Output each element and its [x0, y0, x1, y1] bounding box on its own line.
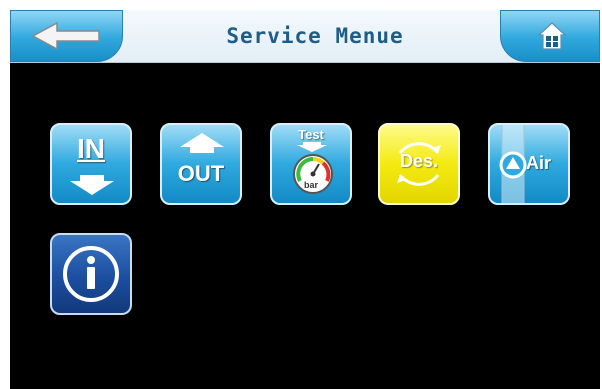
info-icon: [61, 244, 121, 304]
water-out-button[interactable]: OUT: [160, 123, 242, 205]
back-button[interactable]: [10, 10, 123, 62]
des-label: Des.: [399, 151, 439, 171]
back-arrow-icon: [31, 21, 101, 51]
screen: Service Menue IN OUT Test bar Des. Air: [0, 0, 602, 389]
air-label: Air: [526, 153, 552, 173]
info-button[interactable]: [50, 233, 132, 315]
water-out-icon: [180, 133, 224, 153]
air-vent-button[interactable]: Air: [488, 123, 570, 205]
home-button[interactable]: [500, 10, 600, 62]
home-icon: [537, 21, 567, 51]
disinfection-button[interactable]: Des.: [378, 123, 460, 205]
header-bar: Service Menue: [10, 10, 600, 63]
pressure-test-button[interactable]: Test bar: [270, 123, 352, 205]
service-menu-grid: IN OUT Test bar Des. Air: [10, 63, 600, 389]
gauge-unit-label: bar: [303, 180, 318, 190]
out-label: OUT: [177, 161, 225, 186]
water-in-icon: [70, 175, 114, 195]
air-vent-icon: [496, 125, 530, 203]
water-in-button[interactable]: IN: [50, 123, 132, 205]
test-label: Test: [298, 127, 324, 142]
test-down-arrow-icon: [297, 142, 327, 152]
page-title: Service Menue: [226, 24, 404, 48]
in-label: IN: [77, 133, 105, 164]
